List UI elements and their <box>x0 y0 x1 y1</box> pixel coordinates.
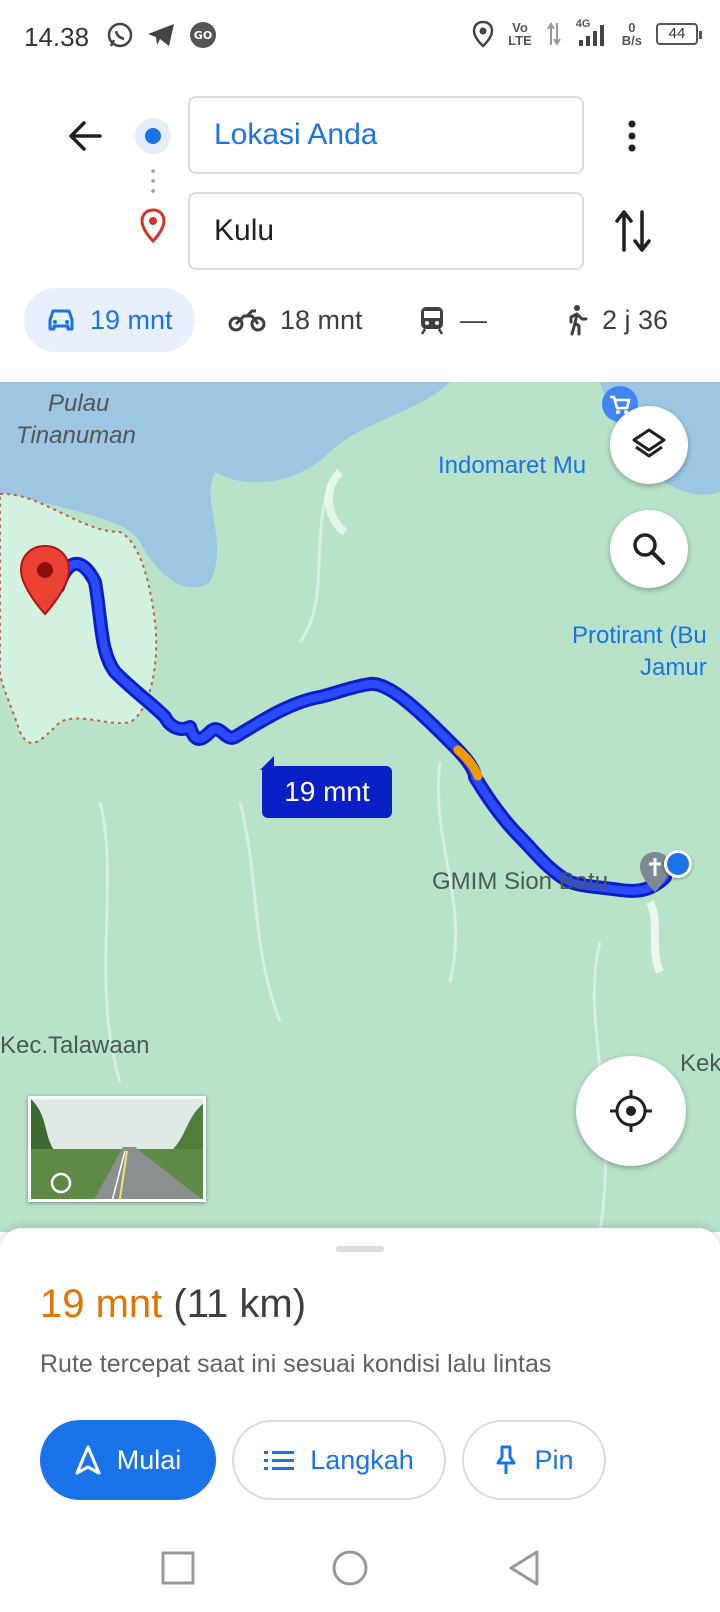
system-navigation-bar <box>0 1528 720 1612</box>
map-label-tinanuman: Tinanuman <box>16 422 136 449</box>
origin-dot-icon <box>135 118 171 154</box>
svg-text:GO: GO <box>194 29 212 42</box>
start-navigation-button[interactable]: Mulai <box>40 1420 216 1500</box>
route-description: Rute tercepat saat ini sesuai kondisi la… <box>40 1350 552 1378</box>
my-location-dot-icon <box>664 850 692 878</box>
map-label-indomaret[interactable]: Indomaret Mu <box>438 452 586 480</box>
walk-icon <box>569 305 588 336</box>
route-summary: 19 mnt (11 km) <box>40 1282 306 1327</box>
transit-icon <box>420 307 444 335</box>
mode-tab-transit[interactable]: — <box>418 288 487 352</box>
telegram-icon <box>148 24 174 46</box>
volte-bottom: LTE <box>508 33 532 48</box>
map-label-kek: Kek <box>680 1050 720 1077</box>
mode-tab-driving[interactable]: 19 mnt <box>24 288 195 352</box>
mode-tab-motorcycle[interactable]: 18 mnt <box>228 288 363 352</box>
map-label-jamur[interactable]: Jamur <box>640 654 707 682</box>
pin-button[interactable]: Pin <box>462 1420 606 1500</box>
back-arrow-icon[interactable] <box>62 112 110 160</box>
travel-mode-tabs: 19 mnt 18 mnt — 2 j 36 <box>0 288 720 360</box>
map-label-pulau: Pulau <box>48 390 110 417</box>
status-bar: 14.38 GO Vo LTE 4G 0 B/s 44 <box>0 0 720 70</box>
map-label-protirant[interactable]: Protirant (Bu <box>572 622 707 650</box>
map-view[interactable]: Pulau Tinanuman Indomaret Mu Protirant (… <box>0 382 720 1232</box>
start-navigation-label: Mulai <box>116 1444 182 1475</box>
crosshair-icon <box>610 1090 652 1132</box>
route-duration: 19 mnt <box>40 1282 163 1326</box>
layers-button[interactable] <box>610 406 688 484</box>
route-connector-dots <box>151 166 155 196</box>
swap-icon[interactable] <box>612 206 656 256</box>
route-time-chip[interactable]: 19 mnt <box>260 756 392 818</box>
sheet-drag-handle[interactable] <box>336 1246 384 1252</box>
directions-header: Lokasi Anda Kulu 19 mnt 18 mnt — 2 j 36 <box>0 70 720 382</box>
map-label-gmim[interactable]: GMIM Sion Batu <box>432 868 608 896</box>
battery-level: 44 <box>668 25 686 42</box>
signal-indicator: 4G <box>576 18 608 48</box>
mode-tab-walking[interactable]: 2 j 36 <box>562 288 668 352</box>
gojek-icon: GO <box>190 22 216 48</box>
mode-motorcycle-label: 18 mnt <box>280 304 363 335</box>
network-speed-unit: B/s <box>621 33 642 48</box>
pin-label: Pin <box>534 1444 574 1475</box>
route-bottom-sheet[interactable]: 19 mnt (11 km) Rute tercepat saat ini se… <box>0 1228 720 1528</box>
signal-icon <box>578 25 604 46</box>
mode-driving-label: 19 mnt <box>90 304 173 335</box>
network-speed: 0 B/s <box>622 21 642 47</box>
mode-transit-label: — <box>460 304 487 335</box>
search-icon <box>633 533 665 565</box>
motorcycle-icon <box>228 309 266 332</box>
battery-icon: 44 <box>656 23 702 45</box>
destination-pin-icon <box>140 208 166 244</box>
list-icon <box>264 1451 295 1470</box>
destination-marker-icon[interactable] <box>18 544 72 616</box>
pin-icon <box>496 1445 516 1474</box>
my-location-button[interactable] <box>576 1056 686 1166</box>
recents-square-icon[interactable] <box>158 1548 198 1588</box>
whatsapp-icon <box>107 22 133 48</box>
destination-field[interactable]: Kulu <box>188 192 584 270</box>
status-time: 14.38 <box>24 22 90 52</box>
more-options-icon[interactable] <box>617 112 647 160</box>
home-circle-icon[interactable] <box>330 1548 370 1588</box>
origin-field[interactable]: Lokasi Anda <box>188 96 584 174</box>
back-triangle-icon[interactable] <box>504 1548 544 1588</box>
search-along-route-button[interactable] <box>610 510 688 588</box>
steps-button[interactable]: Langkah <box>232 1420 446 1500</box>
street-view-thumbnail[interactable] <box>28 1096 206 1202</box>
steps-label: Langkah <box>310 1444 414 1475</box>
street-view-image <box>31 1099 203 1199</box>
layers-icon <box>632 428 666 458</box>
mode-walking-label: 2 j 36 <box>602 304 669 335</box>
route-distance: (11 km) <box>173 1282 307 1326</box>
location-icon <box>472 20 494 48</box>
car-icon <box>48 309 74 331</box>
map-label-talawaan: Kec.Talawaan <box>0 1032 150 1059</box>
volte-indicator: Vo LTE <box>508 21 532 47</box>
navigation-arrow-icon <box>75 1445 101 1475</box>
data-transfer-icon <box>546 22 561 46</box>
